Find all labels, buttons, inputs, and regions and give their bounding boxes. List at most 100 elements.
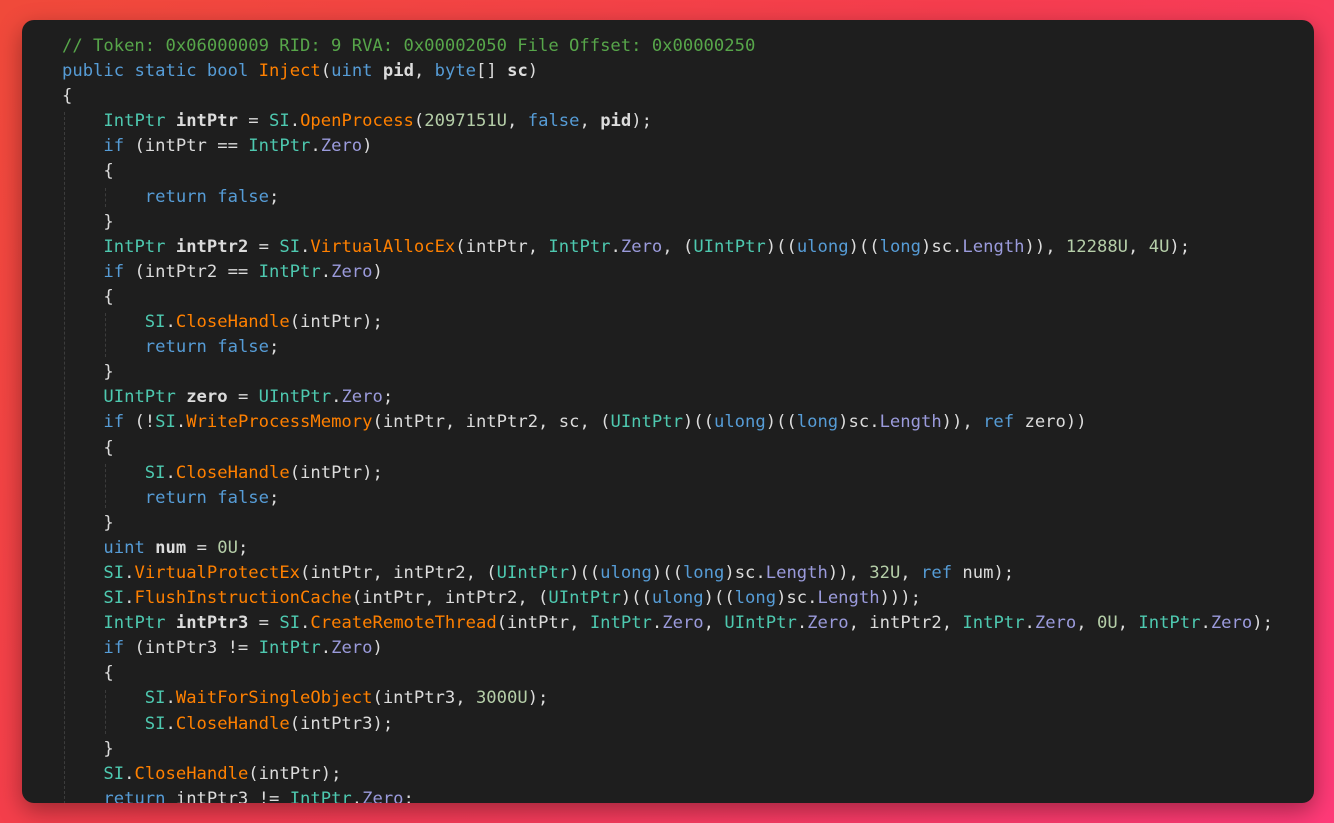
code-token-param: intPtr — [175, 111, 238, 132]
code-token-kw: uint — [103, 537, 145, 558]
code-token-kw: long — [796, 412, 839, 433]
code-token-method: VirtualProtectEx — [134, 562, 301, 583]
code-token-prop: Zero — [662, 613, 704, 634]
code-token-kw: ulong — [796, 236, 849, 257]
code-token-punct: { — [62, 663, 114, 684]
code-token-punct: . — [300, 236, 311, 257]
code-token-punct: )(( — [765, 236, 797, 257]
code-token-punct: )(( — [765, 412, 797, 433]
code-token-type: IntPtr — [103, 236, 166, 257]
code-token-kw: false — [217, 337, 269, 358]
code-line: return false; — [62, 486, 1273, 511]
code-token-punct: ) — [362, 136, 373, 157]
code-token-param: pid — [382, 61, 414, 82]
code-token-punct: (intPtr, intPtr2, ( — [300, 562, 497, 583]
code-token-prop: Zero — [341, 387, 383, 408]
code-token-type: IntPtr — [548, 236, 611, 257]
code-token-punct: = — [248, 236, 280, 257]
code-line: { — [62, 159, 1273, 184]
code-token-type: IntPtr — [289, 788, 352, 803]
code-token-punct: ( — [320, 61, 332, 82]
code-token-type: IntPtr — [103, 111, 166, 132]
code-token-kw: long — [879, 236, 922, 257]
code-token-punct: } — [62, 738, 114, 759]
code-token-punct — [62, 538, 103, 558]
code-line: SI.CloseHandle(intPtr); — [62, 762, 1273, 787]
code-token-method: OpenProcess — [300, 111, 414, 132]
code-token-type: SI — [103, 588, 125, 609]
code-token-punct: . — [310, 136, 321, 157]
code-token-param: num — [155, 537, 187, 558]
code-token-punct: )(( — [703, 588, 735, 609]
code-token-punct: (! — [124, 412, 156, 433]
code-token-type: UIntPtr — [496, 562, 570, 583]
code-line: IntPtr intPtr = SI.OpenProcess(2097151U,… — [62, 109, 1273, 134]
code-token-punct: (intPtr, — [455, 236, 549, 257]
code-token-prop: Zero — [331, 261, 373, 282]
code-token-kw: long — [734, 588, 777, 609]
code-token-type: SI — [144, 462, 166, 483]
code-token-punct: )sc. — [724, 562, 766, 583]
code-token-punct: ) — [372, 261, 383, 282]
code-token-type: UIntPtr — [610, 412, 683, 433]
code-token-punct — [207, 488, 217, 508]
code-block[interactable]: // Token: 0x06000009 RID: 9 RVA: 0x00002… — [62, 34, 1273, 803]
code-token-punct: )sc. — [921, 236, 963, 257]
code-token-kw: uint — [331, 61, 373, 82]
code-token-punct: )(( — [848, 236, 880, 257]
code-token-punct: . — [320, 261, 332, 282]
code-token-punct: . — [1200, 613, 1211, 634]
code-token-punct: ); — [1252, 613, 1273, 634]
code-token-punct: { — [62, 286, 114, 307]
code-token-punct: } — [62, 362, 114, 383]
code-token-punct: )(( — [569, 562, 601, 583]
code-token-punct — [166, 237, 176, 257]
code-token-punct — [62, 136, 103, 156]
indent-guide — [105, 689, 107, 734]
code-token-prop: Zero — [1210, 613, 1253, 634]
code-token-punct — [62, 488, 145, 508]
code-token-method: FlushInstructionCache — [134, 588, 352, 609]
code-token-kw: ref — [921, 562, 953, 583]
code-token-punct: . — [165, 462, 176, 483]
code-token-punct: { — [62, 437, 114, 458]
code-token-kw: ulong — [651, 588, 704, 609]
code-token-punct: . — [165, 312, 176, 333]
code-token-punct — [207, 187, 217, 207]
code-token-punct: ; — [269, 186, 280, 207]
code-token-kw: public — [62, 61, 125, 82]
code-token-punct: ; — [237, 537, 249, 558]
code-token-kw: bool — [206, 61, 249, 82]
code-token-punct: (intPtr2 == — [124, 261, 259, 282]
code-token-type: IntPtr — [258, 638, 321, 659]
code-token-punct — [62, 387, 103, 407]
code-token-punct: . — [1024, 613, 1035, 634]
code-line: IntPtr intPtr2 = SI.VirtualAllocEx(intPt… — [62, 235, 1273, 260]
code-token-punct: (intPtr3); — [289, 713, 394, 734]
code-line: return intPtr3 != IntPtr.Zero; — [62, 787, 1273, 803]
code-token-kw: return — [144, 186, 207, 207]
code-token-punct — [62, 764, 103, 784]
code-token-punct: . — [796, 613, 808, 634]
code-token-punct: . — [124, 588, 135, 609]
code-line: // Token: 0x06000009 RID: 9 RVA: 0x00002… — [62, 34, 1273, 59]
code-token-type: IntPtr — [258, 261, 321, 282]
code-token-kw: false — [527, 111, 580, 132]
code-token-punct: , — [900, 562, 921, 583]
code-line: if (intPtr == IntPtr.Zero) — [62, 134, 1273, 159]
indent-guide — [105, 187, 107, 207]
code-token-method: CloseHandle — [134, 763, 249, 784]
code-token-punct: , — [1117, 613, 1139, 634]
code-token-prop: Length — [879, 412, 942, 433]
code-token-punct: . — [300, 613, 311, 634]
code-token-method: CloseHandle — [175, 462, 290, 483]
code-token-punct: . — [165, 713, 176, 734]
code-token-param: intPtr2 — [175, 236, 249, 257]
code-token-punct: ( — [413, 111, 425, 132]
code-token-punct — [373, 61, 383, 81]
code-token-prop: Zero — [620, 236, 663, 257]
code-token-punct: , — [507, 111, 528, 132]
code-token-punct: . — [351, 788, 363, 803]
code-token-num: 12288U — [1065, 236, 1129, 257]
code-token-punct: )sc. — [838, 412, 880, 433]
